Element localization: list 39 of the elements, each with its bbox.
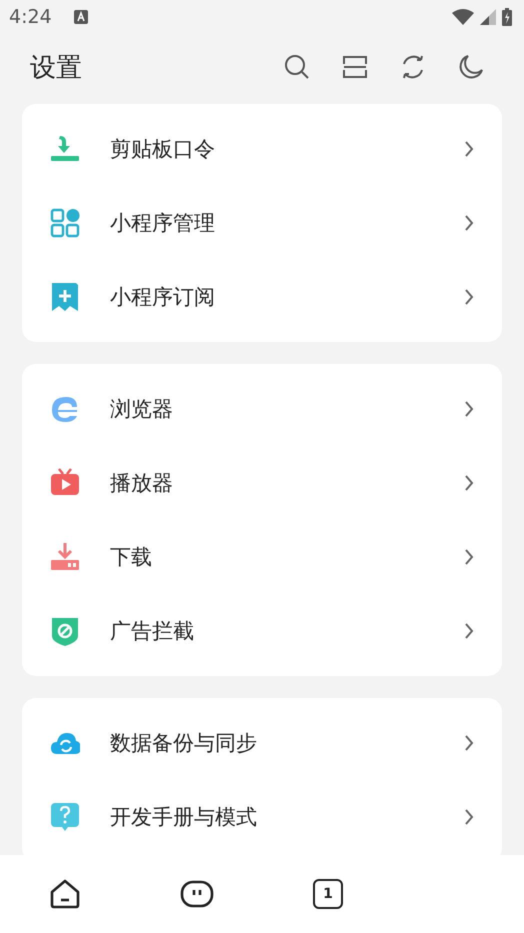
search-icon[interactable] [284,54,310,80]
grid-icon [50,208,80,238]
chevron-right-icon [464,214,474,232]
wifi-icon [452,9,474,25]
chevron-right-icon [464,288,474,306]
settings-item[interactable]: 浏览器 [22,372,502,446]
chevron-right-icon [464,400,474,418]
notification-icon [74,10,88,24]
chevron-right-icon [464,622,474,640]
chevron-right-icon [464,140,474,158]
settings-item[interactable]: 广告拦截 [22,594,502,668]
help-bubble-icon [50,802,80,832]
signal-icon [480,9,496,25]
browser-icon [50,394,80,424]
settings-item[interactable]: 播放器 [22,446,502,520]
settings-item[interactable]: 小程序订阅 [22,260,502,334]
battery-icon [502,8,512,26]
settings-item[interactable]: 下载 [22,520,502,594]
refresh-icon[interactable] [400,54,426,80]
settings-item[interactable]: 小程序管理 [22,186,502,260]
chevron-right-icon [464,548,474,566]
settings-item[interactable]: 开发手册与模式 [22,780,502,854]
moon-icon[interactable] [458,54,484,80]
page-title: 设置 [30,52,83,84]
scan-icon[interactable] [342,54,368,80]
home-icon[interactable] [49,878,81,910]
settings-item[interactable]: 剪贴板口令 [22,112,502,186]
chevron-right-icon [464,474,474,492]
tv-play-icon [50,468,80,498]
chevron-right-icon [464,734,474,752]
shield-block-icon [50,616,80,646]
settings-item[interactable]: 数据备份与同步 [22,706,502,780]
clock-time: 4:24 [9,6,52,28]
bookmark-plus-icon [50,282,80,312]
chevron-right-icon [464,808,474,826]
download-tray-icon [50,542,80,572]
tabs-button[interactable]: 1 [313,879,343,909]
pause-face-icon[interactable] [180,879,214,909]
download-icon [50,134,80,164]
